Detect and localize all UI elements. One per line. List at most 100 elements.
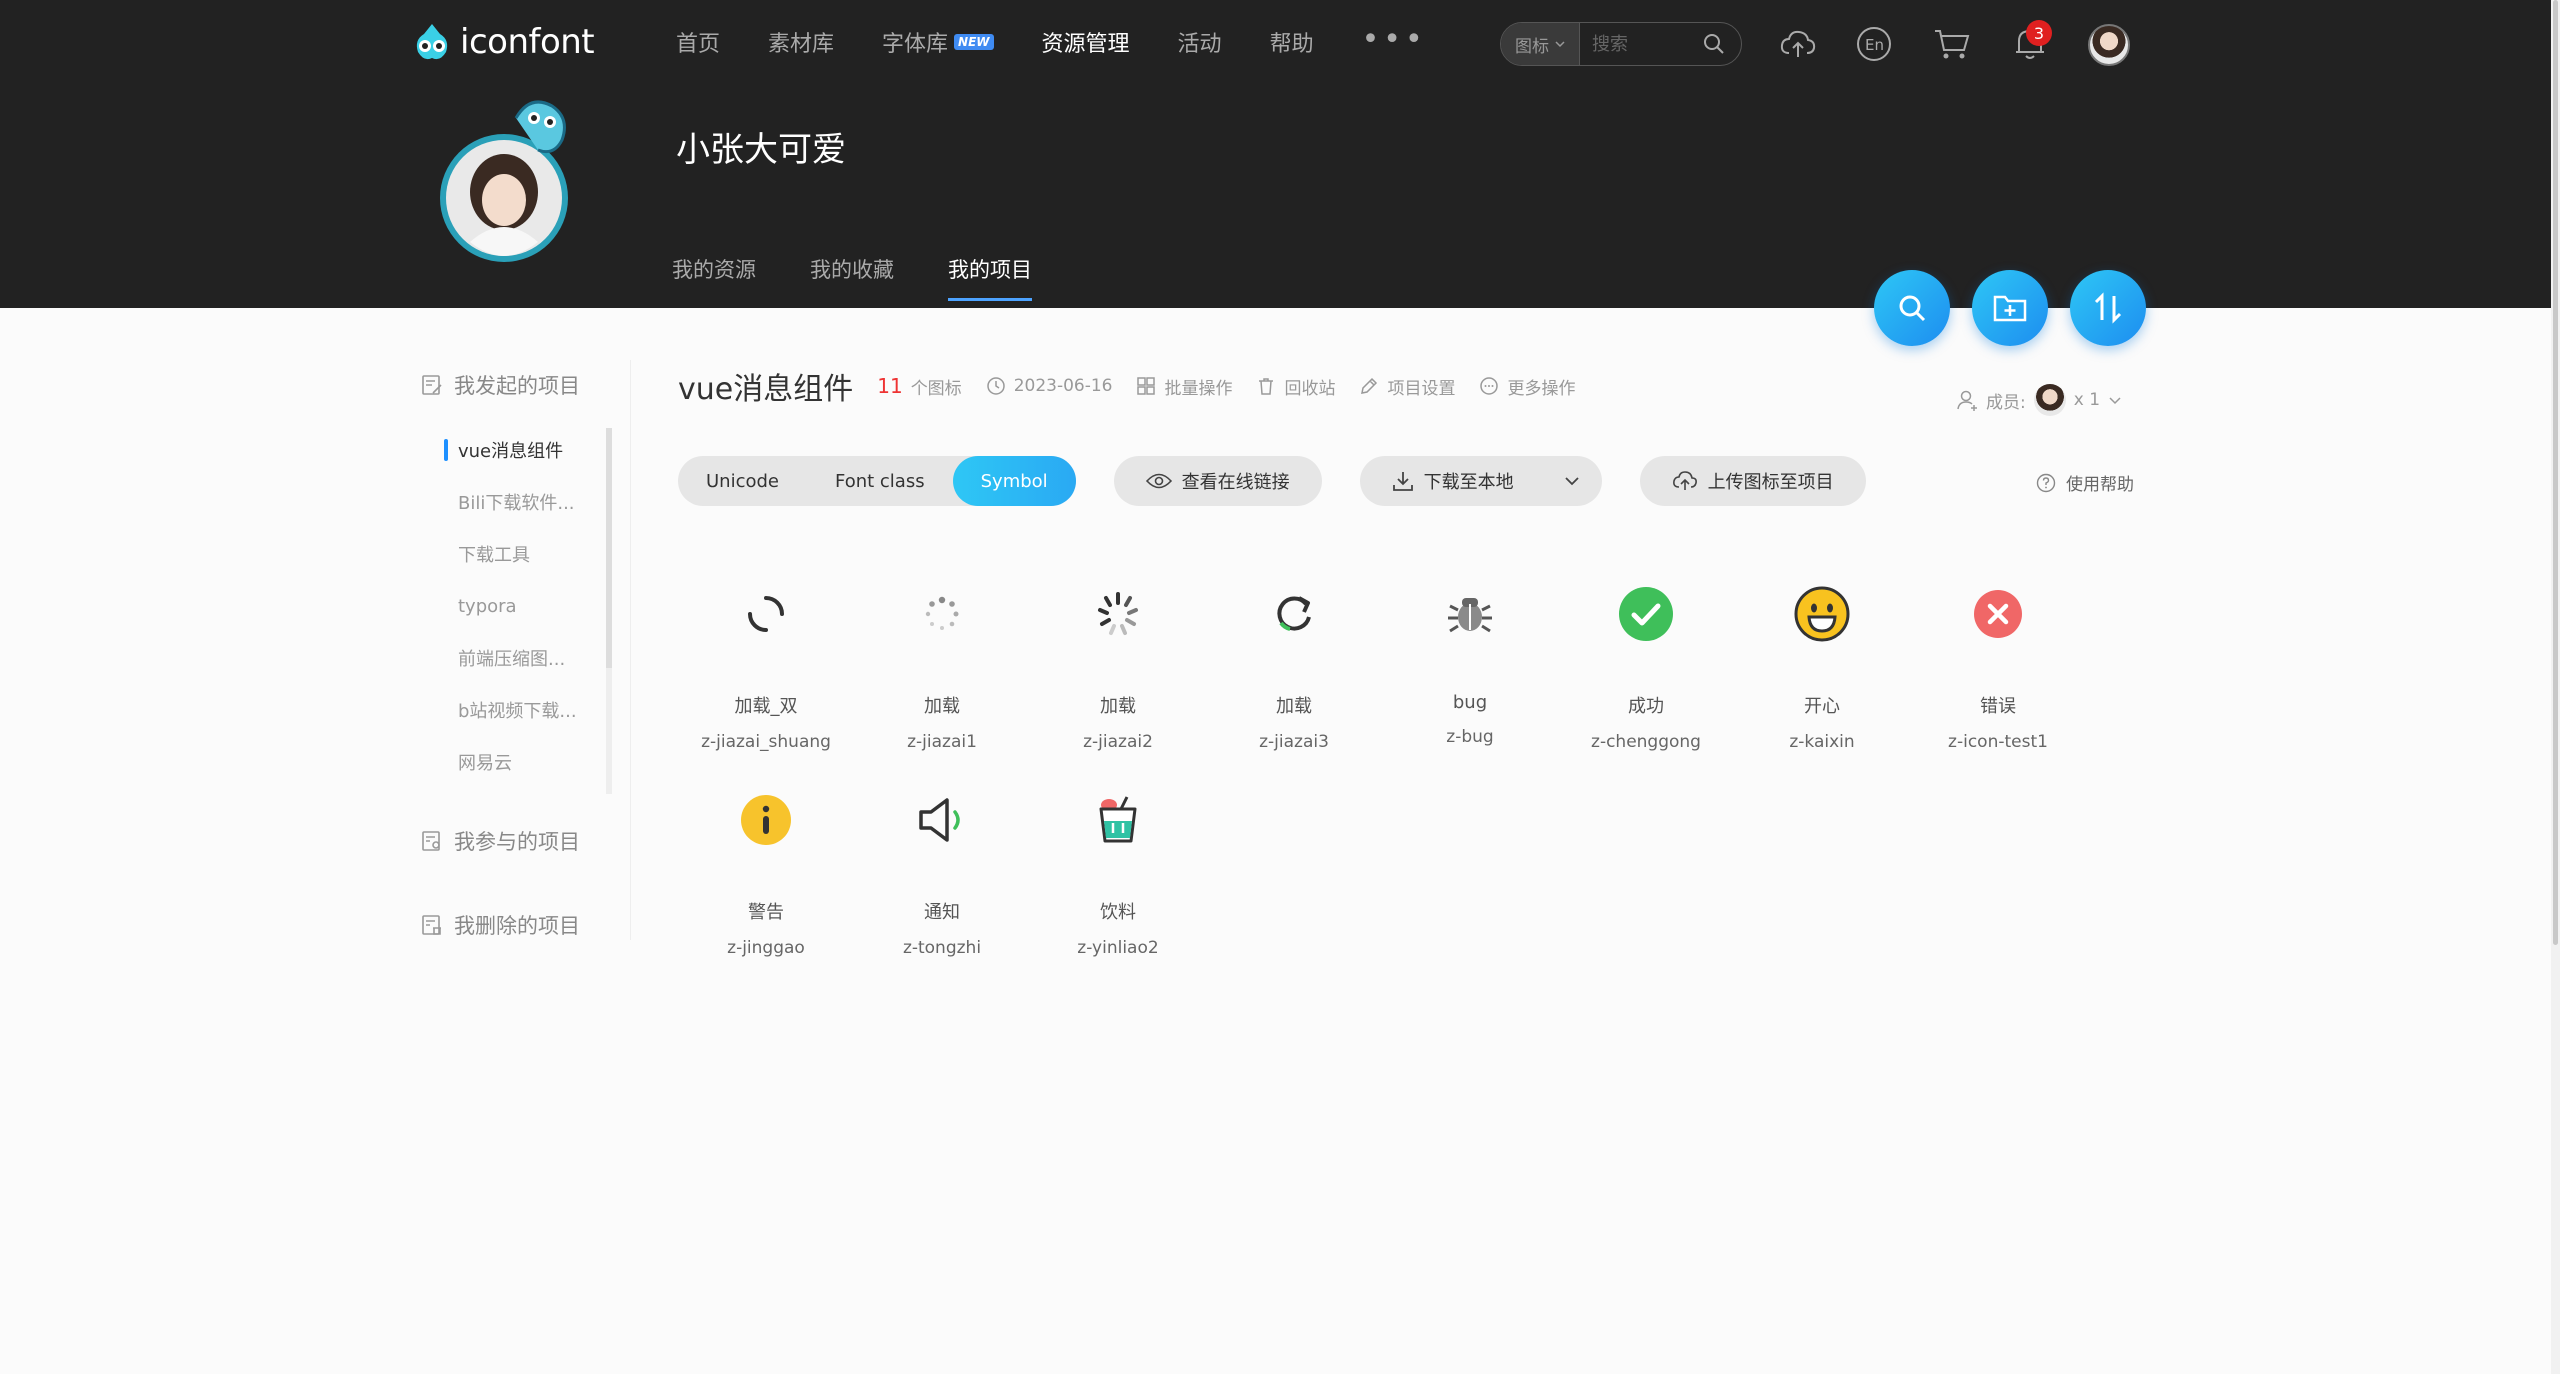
project-list-scrollbar[interactable] xyxy=(606,428,612,794)
sort-button[interactable] xyxy=(2070,270,2146,346)
icon-card[interactable]: 错误 z-icon-test1 xyxy=(1910,580,2086,752)
tab-my-projects[interactable]: 我的项目 xyxy=(948,254,1032,301)
nav-more-button[interactable]: ••• xyxy=(1362,19,1427,59)
mode-symbol[interactable]: Symbol xyxy=(952,456,1076,506)
project-item[interactable]: vue消息组件 xyxy=(420,424,630,476)
icon-card[interactable]: 饮料 z-yinliao2 xyxy=(1030,786,1206,958)
new-project-button[interactable] xyxy=(1972,270,2048,346)
more-operations-button[interactable]: 更多操作 xyxy=(1479,374,1575,399)
joined-projects-label: 我参与的项目 xyxy=(454,830,580,854)
mode-font-class[interactable]: Font class xyxy=(807,456,953,506)
svg-text:En: En xyxy=(1865,36,1884,54)
project-item[interactable]: 前端压缩图... xyxy=(420,632,630,684)
nav-resource-manage[interactable]: 资源管理 xyxy=(1042,22,1130,62)
icon-card[interactable]: 通知 z-tongzhi xyxy=(854,786,1030,958)
icon-name: 成功 xyxy=(1628,696,1664,717)
scrollbar-thumb[interactable] xyxy=(2553,0,2558,945)
project-item[interactable]: 下载工具 xyxy=(420,528,630,580)
upload-cloud-icon[interactable] xyxy=(1776,22,1820,66)
project-date-label: 2023-06-16 xyxy=(1013,376,1113,396)
icon-name: 开心 xyxy=(1804,696,1840,717)
search-project-button[interactable] xyxy=(1874,270,1950,346)
trash-icon xyxy=(1259,378,1274,395)
batch-operation-button[interactable]: 批量操作 xyxy=(1136,374,1232,399)
username: 小张大可爱 xyxy=(676,130,846,170)
header: iconfont 首页 素材库 字体库 NEW 资源管理 活动 帮助 ••• 图… xyxy=(0,0,2551,308)
icon-name: bug xyxy=(1452,692,1488,713)
icon-code: z-tongzhi xyxy=(902,938,982,958)
help-icon xyxy=(2036,473,2056,492)
icon-name: 饮料 xyxy=(1100,902,1136,923)
recycle-bin-button[interactable]: 回收站 xyxy=(1256,374,1335,399)
avatar[interactable] xyxy=(2088,24,2130,66)
nav-fonts[interactable]: 字体库 NEW xyxy=(882,22,994,62)
language-icon[interactable]: En xyxy=(1852,22,1896,66)
icon-card[interactable]: 加载 z-jiazai2 xyxy=(1030,580,1206,752)
project-settings-button[interactable]: 项目设置 xyxy=(1359,374,1455,399)
mode-unicode[interactable]: Unicode xyxy=(678,456,807,506)
notification-bell-icon[interactable]: 3 xyxy=(2008,20,2052,66)
search-type-select[interactable]: 图标 xyxy=(1501,23,1580,65)
search-input[interactable] xyxy=(1580,32,1694,56)
success-icon xyxy=(1616,584,1676,644)
page-title: vue消息组件 xyxy=(678,372,854,407)
project-item[interactable]: 网易云 xyxy=(420,736,630,788)
icon-code: z-jinggao xyxy=(727,938,805,958)
members-count: x 1 xyxy=(2073,390,2101,410)
error-icon xyxy=(1968,584,2028,644)
icon-card[interactable]: 成功 z-chenggong xyxy=(1558,580,1734,752)
tab-my-resources[interactable]: 我的资源 xyxy=(672,254,756,301)
warning-icon xyxy=(736,790,796,850)
icon-code: z-jiazai1 xyxy=(907,732,977,752)
icon-code: z-jiazai2 xyxy=(1083,732,1153,752)
icon-name: 加载 xyxy=(924,696,960,717)
nav-help[interactable]: 帮助 xyxy=(1270,22,1314,62)
usage-help-link[interactable]: 使用帮助 xyxy=(2036,470,2134,495)
icon-card[interactable]: 加载_双 z-jiazai_shuang xyxy=(678,580,854,752)
icon-name: 警告 xyxy=(748,902,784,923)
search-type-label: 图标 xyxy=(1515,36,1549,57)
chevron-down-icon[interactable] xyxy=(1564,476,1580,486)
view-online-link-label: 查看在线链接 xyxy=(1181,472,1290,493)
project-item[interactable]: Bili下载软件... xyxy=(420,476,630,528)
more-icon xyxy=(1480,377,1499,395)
icon-grid: 加载_双 z-jiazai_shuang 加载 z-jiazai1 加载 z-j… xyxy=(678,580,2118,958)
upload-cloud-icon xyxy=(1672,471,1697,490)
nav-home[interactable]: 首页 xyxy=(676,22,720,62)
logo[interactable]: iconfont xyxy=(410,18,595,66)
icon-card[interactable]: 警告 z-jinggao xyxy=(678,786,854,958)
spinner-lines-icon xyxy=(1088,584,1148,644)
icon-code: z-jiazai_shuang xyxy=(701,732,831,752)
deleted-projects-heading[interactable]: 我删除的项目 xyxy=(420,900,630,950)
nav-materials[interactable]: 素材库 xyxy=(768,22,834,62)
upload-icons-button[interactable]: 上传图标至项目 xyxy=(1639,456,1866,506)
cart-icon[interactable] xyxy=(1930,22,1974,66)
created-projects-heading[interactable]: 我发起的项目 xyxy=(420,360,630,410)
icon-name: 通知 xyxy=(924,902,960,923)
icon-code: z-bug xyxy=(1446,727,1494,747)
joined-projects-heading[interactable]: 我参与的项目 xyxy=(420,816,630,866)
spinner-double-icon xyxy=(736,584,796,644)
folder-add-icon xyxy=(1993,295,2027,322)
deleted-projects-label: 我删除的项目 xyxy=(454,914,580,938)
icon-card[interactable]: bug z-bug xyxy=(1382,580,1558,752)
project-item[interactable]: b站视频下载... xyxy=(420,684,630,736)
profile-avatar xyxy=(430,92,578,270)
nav-activity[interactable]: 活动 xyxy=(1178,22,1222,62)
icon-code: z-kaixin xyxy=(1789,732,1855,752)
icon-code: z-yinliao2 xyxy=(1077,938,1159,958)
view-online-link-button[interactable]: 查看在线链接 xyxy=(1113,456,1322,506)
icon-card[interactable]: 加载 z-jiazai1 xyxy=(854,580,1030,752)
page-scrollbar[interactable] xyxy=(2551,0,2560,1374)
tab-my-favorites[interactable]: 我的收藏 xyxy=(810,254,894,301)
recycle-bin-label: 回收站 xyxy=(1284,378,1336,399)
icon-name: 错误 xyxy=(1980,696,2016,717)
project-item[interactable]: typora xyxy=(420,580,630,632)
search-icon[interactable] xyxy=(1694,23,1734,65)
speaker-icon xyxy=(912,790,972,850)
nav-fonts-label: 字体库 xyxy=(882,32,949,57)
download-button[interactable]: 下载至本地 xyxy=(1359,456,1602,506)
icon-card[interactable]: 加载 z-jiazai3 xyxy=(1206,580,1382,752)
icon-card[interactable]: 开心 z-kaixin xyxy=(1734,580,1910,752)
members-selector[interactable]: 成员: x 1 xyxy=(1956,384,2122,416)
